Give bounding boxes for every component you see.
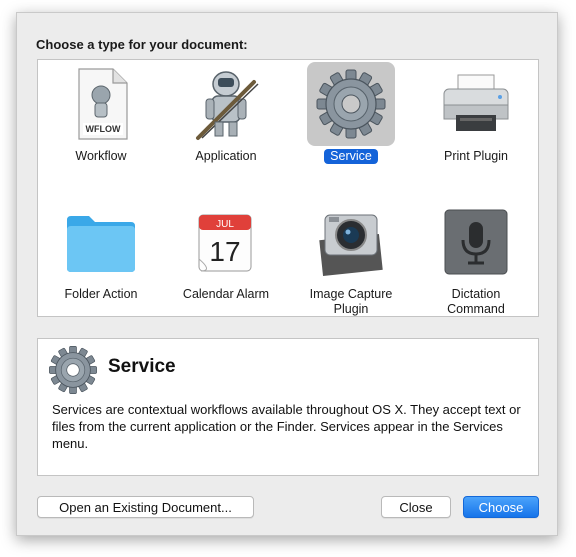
printer-icon: [432, 62, 520, 146]
calendar-day: 17: [209, 236, 240, 267]
close-button[interactable]: Close: [381, 496, 451, 518]
folder-icon: [57, 200, 145, 284]
type-label: Image Capture Plugin: [309, 287, 393, 316]
type-service[interactable]: Service: [296, 62, 406, 165]
calendar-icon: JUL 17: [182, 200, 270, 284]
type-print-plugin[interactable]: Print Plugin: [421, 62, 531, 165]
description-title: Service: [108, 356, 176, 377]
calendar-month: JUL: [216, 219, 234, 230]
microphone-icon: [432, 200, 520, 284]
gear-icon: [307, 62, 395, 146]
type-dictation-command[interactable]: Dictation Command: [421, 200, 531, 318]
type-label: Dictation Command: [447, 287, 505, 316]
document-type-grid: WFLOW Workflow Application Service Print…: [37, 59, 539, 317]
camera-icon: [307, 200, 395, 284]
workflow-doc-label: WFLOW: [86, 124, 121, 134]
open-existing-document-button[interactable]: Open an Existing Document...: [37, 496, 254, 518]
dialog-heading: Choose a type for your document:: [36, 37, 248, 52]
type-label: Workflow: [75, 149, 127, 163]
type-description-panel: Service Services are contextual workflow…: [37, 338, 539, 476]
type-label: Print Plugin: [444, 149, 508, 163]
workflow-file-icon: WFLOW: [57, 62, 145, 146]
type-label: Service: [324, 149, 378, 164]
type-application[interactable]: Application: [171, 62, 281, 165]
choose-button[interactable]: Choose: [463, 496, 539, 518]
type-label: Calendar Alarm: [182, 287, 270, 301]
type-label: Application: [195, 149, 257, 163]
type-folder-action[interactable]: Folder Action: [46, 200, 156, 303]
type-image-capture-plugin[interactable]: Image Capture Plugin: [296, 200, 406, 318]
automator-robot-icon: [182, 62, 270, 146]
gear-icon: [48, 345, 98, 400]
type-label: Folder Action: [64, 287, 138, 301]
description-text: Services are contextual workflows availa…: [52, 402, 521, 451]
new-document-dialog: Choose a type for your document: WFLOW W…: [16, 12, 558, 536]
type-workflow[interactable]: WFLOW Workflow: [46, 62, 156, 165]
type-calendar-alarm[interactable]: JUL 17 Calendar Alarm: [171, 200, 281, 303]
